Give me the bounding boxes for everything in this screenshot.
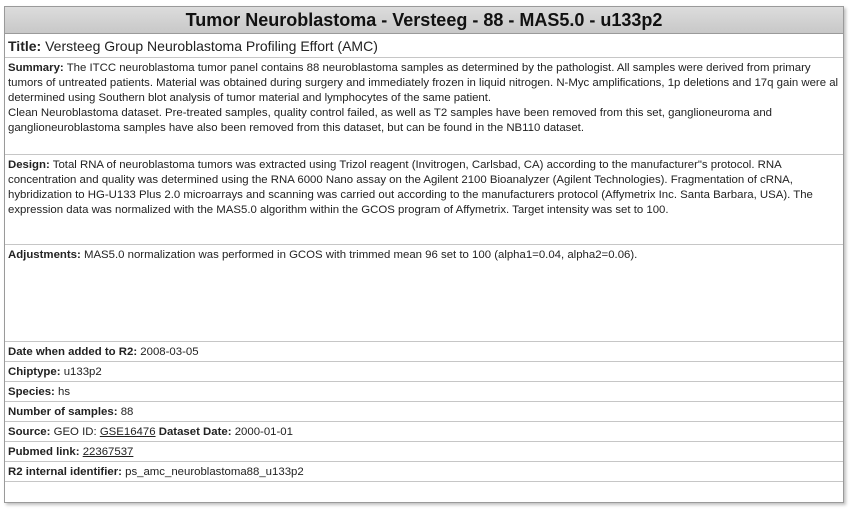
summary-text: The ITCC neuroblastoma tumor panel conta… (8, 62, 839, 104)
title-value: Versteeg Group Neuroblastoma Profiling E… (45, 38, 378, 54)
chiptype-row: Chiptype: u133p2 (5, 362, 843, 382)
r2-identifier-row: R2 internal identifier: ps_amc_neuroblas… (5, 462, 843, 482)
dataset-date-label: Dataset Date: (158, 426, 232, 438)
date-added-value: 2008-03-05 (140, 346, 199, 358)
summary-text-2: Clean Neuroblastoma dataset. Pre-treated… (8, 107, 773, 134)
adjustments-row: Adjustments: MAS5.0 normalization was pe… (5, 245, 843, 342)
dataset-header-title: Tumor Neuroblastoma - Versteeg - 88 - MA… (5, 7, 843, 34)
empty-row (5, 482, 843, 512)
pubmed-label: Pubmed link: (8, 446, 80, 458)
date-added-row: Date when added to R2: 2008-03-05 (5, 342, 843, 362)
dataset-info-panel: Tumor Neuroblastoma - Versteeg - 88 - MA… (4, 6, 844, 503)
design-row: Design: Total RNA of neuroblastoma tumor… (5, 155, 843, 245)
species-row: Species: hs (5, 382, 843, 402)
source-row: Source: GEO ID: GSE16476 Dataset Date: 2… (5, 422, 843, 442)
source-label: Source: (8, 426, 51, 438)
summary-label: Summary: (8, 62, 64, 74)
design-label: Design: (8, 159, 50, 171)
chiptype-label: Chiptype: (8, 366, 61, 378)
r2-identifier-value: ps_amc_neuroblastoma88_u133p2 (125, 466, 304, 478)
title-label: Title: (8, 38, 42, 54)
summary-row: Summary: The ITCC neuroblastoma tumor pa… (5, 58, 843, 155)
adjustments-label: Adjustments: (8, 249, 81, 261)
chiptype-value: u133p2 (63, 366, 102, 378)
geo-id-prefix: GEO ID: (53, 426, 97, 438)
species-value: hs (58, 386, 71, 398)
species-label: Species: (8, 386, 55, 398)
samples-label: Number of samples: (8, 406, 118, 418)
dataset-date-value: 2000-01-01 (234, 426, 293, 438)
samples-row: Number of samples: 88 (5, 402, 843, 422)
r2-identifier-label: R2 internal identifier: (8, 466, 122, 478)
pubmed-link[interactable]: 22367537 (83, 446, 134, 458)
title-row: Title: Versteeg Group Neuroblastoma Prof… (5, 34, 843, 58)
adjustments-text: MAS5.0 normalization was performed in GC… (83, 249, 638, 261)
samples-value: 88 (120, 406, 134, 418)
date-added-label: Date when added to R2: (8, 346, 138, 358)
geo-id-link[interactable]: GSE16476 (100, 426, 156, 438)
design-text: Total RNA of neuroblastoma tumors was ex… (8, 159, 813, 216)
pubmed-row: Pubmed link: 22367537 (5, 442, 843, 462)
